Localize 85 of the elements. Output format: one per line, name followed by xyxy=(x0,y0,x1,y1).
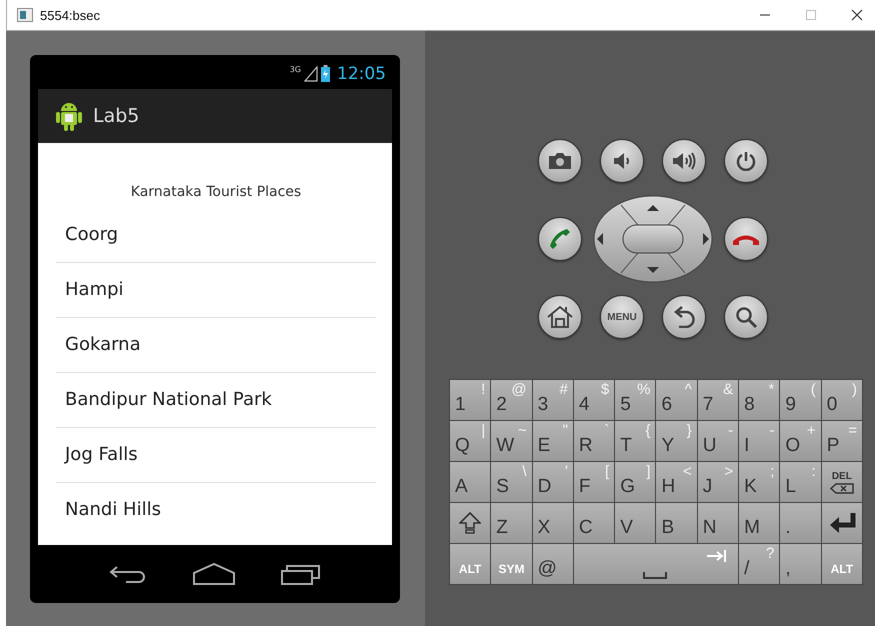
keyboard-key[interactable]: @ xyxy=(532,544,573,584)
power-button[interactable] xyxy=(724,139,768,183)
list-header: Karnataka Tourist Places xyxy=(130,183,302,202)
list-item[interactable]: Bandipur National Park xyxy=(56,373,376,428)
keyboard-key[interactable]: L : xyxy=(780,462,821,502)
home-icon[interactable] xyxy=(193,563,235,585)
list-item[interactable]: Coorg xyxy=(56,208,376,263)
list-item[interactable]: Gokarna xyxy=(56,318,376,373)
keyboard-key[interactable]: M xyxy=(739,503,780,543)
keyboard-key[interactable]: 4 $ xyxy=(574,380,614,420)
window-title: 5554:bsec xyxy=(40,8,100,22)
keyboard-key[interactable]: N xyxy=(698,503,738,543)
keyboard-key[interactable]: R ` xyxy=(574,421,614,461)
call-button[interactable] xyxy=(538,217,582,261)
back-arrow-icon xyxy=(673,306,695,328)
keyboard-key[interactable]: F [ xyxy=(574,462,614,502)
phone-handset-icon xyxy=(548,227,572,251)
keyboard-key[interactable]: A xyxy=(450,462,490,502)
keyboard-key[interactable]: 3 # xyxy=(532,380,573,420)
keyboard-key[interactable]: 5 % xyxy=(615,380,656,420)
signal-icon xyxy=(304,66,318,82)
power-icon xyxy=(736,151,756,171)
volume-down-button[interactable] xyxy=(600,139,644,183)
back-button[interactable] xyxy=(662,295,706,339)
home-button[interactable] xyxy=(538,295,582,339)
keyboard-key[interactable]: . xyxy=(780,503,821,543)
keyboard-key[interactable]: U - xyxy=(698,421,738,461)
battery-icon xyxy=(321,65,330,82)
shift-icon xyxy=(459,512,482,534)
keyboard-key[interactable]: P = xyxy=(822,421,862,461)
keyboard-key[interactable]: 7 & xyxy=(698,380,738,420)
keyboard-key[interactable]: 2 @ xyxy=(491,380,532,420)
backspace-icon xyxy=(830,482,854,494)
keyboard-key[interactable]: / ? xyxy=(739,544,780,584)
keyboard-key[interactable]: S \ xyxy=(491,462,532,502)
keyboard-key[interactable]: 0 ) xyxy=(822,380,862,420)
keyboard-key[interactable]: J > xyxy=(698,462,738,502)
keyboard-key[interactable]: B xyxy=(656,503,697,543)
keyboard-key[interactable]: 9 ( xyxy=(780,380,821,420)
keyboard-key[interactable]: Z xyxy=(491,503,532,543)
clock: 12:05 xyxy=(337,64,386,84)
dpad[interactable] xyxy=(593,195,713,283)
enter-key[interactable] xyxy=(822,503,862,543)
list-item[interactable]: Hampi xyxy=(56,263,376,318)
search-icon xyxy=(735,306,757,328)
close-icon[interactable] xyxy=(851,9,863,21)
keyboard-key[interactable]: E " xyxy=(532,421,573,461)
list-item[interactable]: Jog Falls xyxy=(56,428,376,483)
keyboard-key[interactable]: D ' xyxy=(532,462,573,502)
keyboard-key[interactable]: V xyxy=(615,503,656,543)
volume-down-icon xyxy=(612,152,632,170)
keyboard-key[interactable]: Y } xyxy=(656,421,697,461)
keyboard-key[interactable]: I - xyxy=(739,421,780,461)
recent-apps-icon[interactable] xyxy=(281,563,321,585)
menu-button[interactable]: MENU xyxy=(600,295,644,339)
keyboard-key[interactable]: G ] xyxy=(615,462,656,502)
camera-icon xyxy=(548,152,572,170)
enter-icon xyxy=(828,512,856,534)
keyboard-key[interactable]: Q | xyxy=(450,421,490,461)
keyboard-key[interactable]: 6 ^ xyxy=(656,380,697,420)
keyboard-key[interactable]: C xyxy=(574,503,614,543)
home-icon xyxy=(547,305,573,329)
search-button[interactable] xyxy=(724,295,768,339)
keyboard-key[interactable]: O + xyxy=(780,421,821,461)
space-bar-icon xyxy=(642,572,667,579)
keyboard-key[interactable]: 8 * xyxy=(739,380,780,420)
list-item[interactable]: Nandi Hills xyxy=(56,483,376,537)
keyboard-key[interactable]: 1 ! xyxy=(450,380,490,420)
keyboard-key[interactable]: K ; xyxy=(739,462,780,502)
delete-key[interactable]: DEL xyxy=(822,462,862,502)
app-title: Lab5 xyxy=(93,105,140,127)
tab-arrow-icon xyxy=(706,550,726,562)
keyboard-key[interactable]: T { xyxy=(615,421,656,461)
camera-button[interactable] xyxy=(538,139,582,183)
keyboard-key[interactable]: , xyxy=(780,544,821,584)
keyboard-key[interactable]: X xyxy=(532,503,573,543)
app-icon xyxy=(17,8,33,22)
keyboard-key[interactable]: W ~ xyxy=(491,421,532,461)
volume-up-button[interactable] xyxy=(662,139,706,183)
network-label: 3G xyxy=(290,65,301,74)
volume-up-icon xyxy=(671,151,697,171)
keyboard-key[interactable]: H < xyxy=(656,462,697,502)
shift-key[interactable] xyxy=(450,503,490,543)
end-call-button[interactable] xyxy=(724,217,768,261)
android-robot-icon xyxy=(55,100,83,132)
